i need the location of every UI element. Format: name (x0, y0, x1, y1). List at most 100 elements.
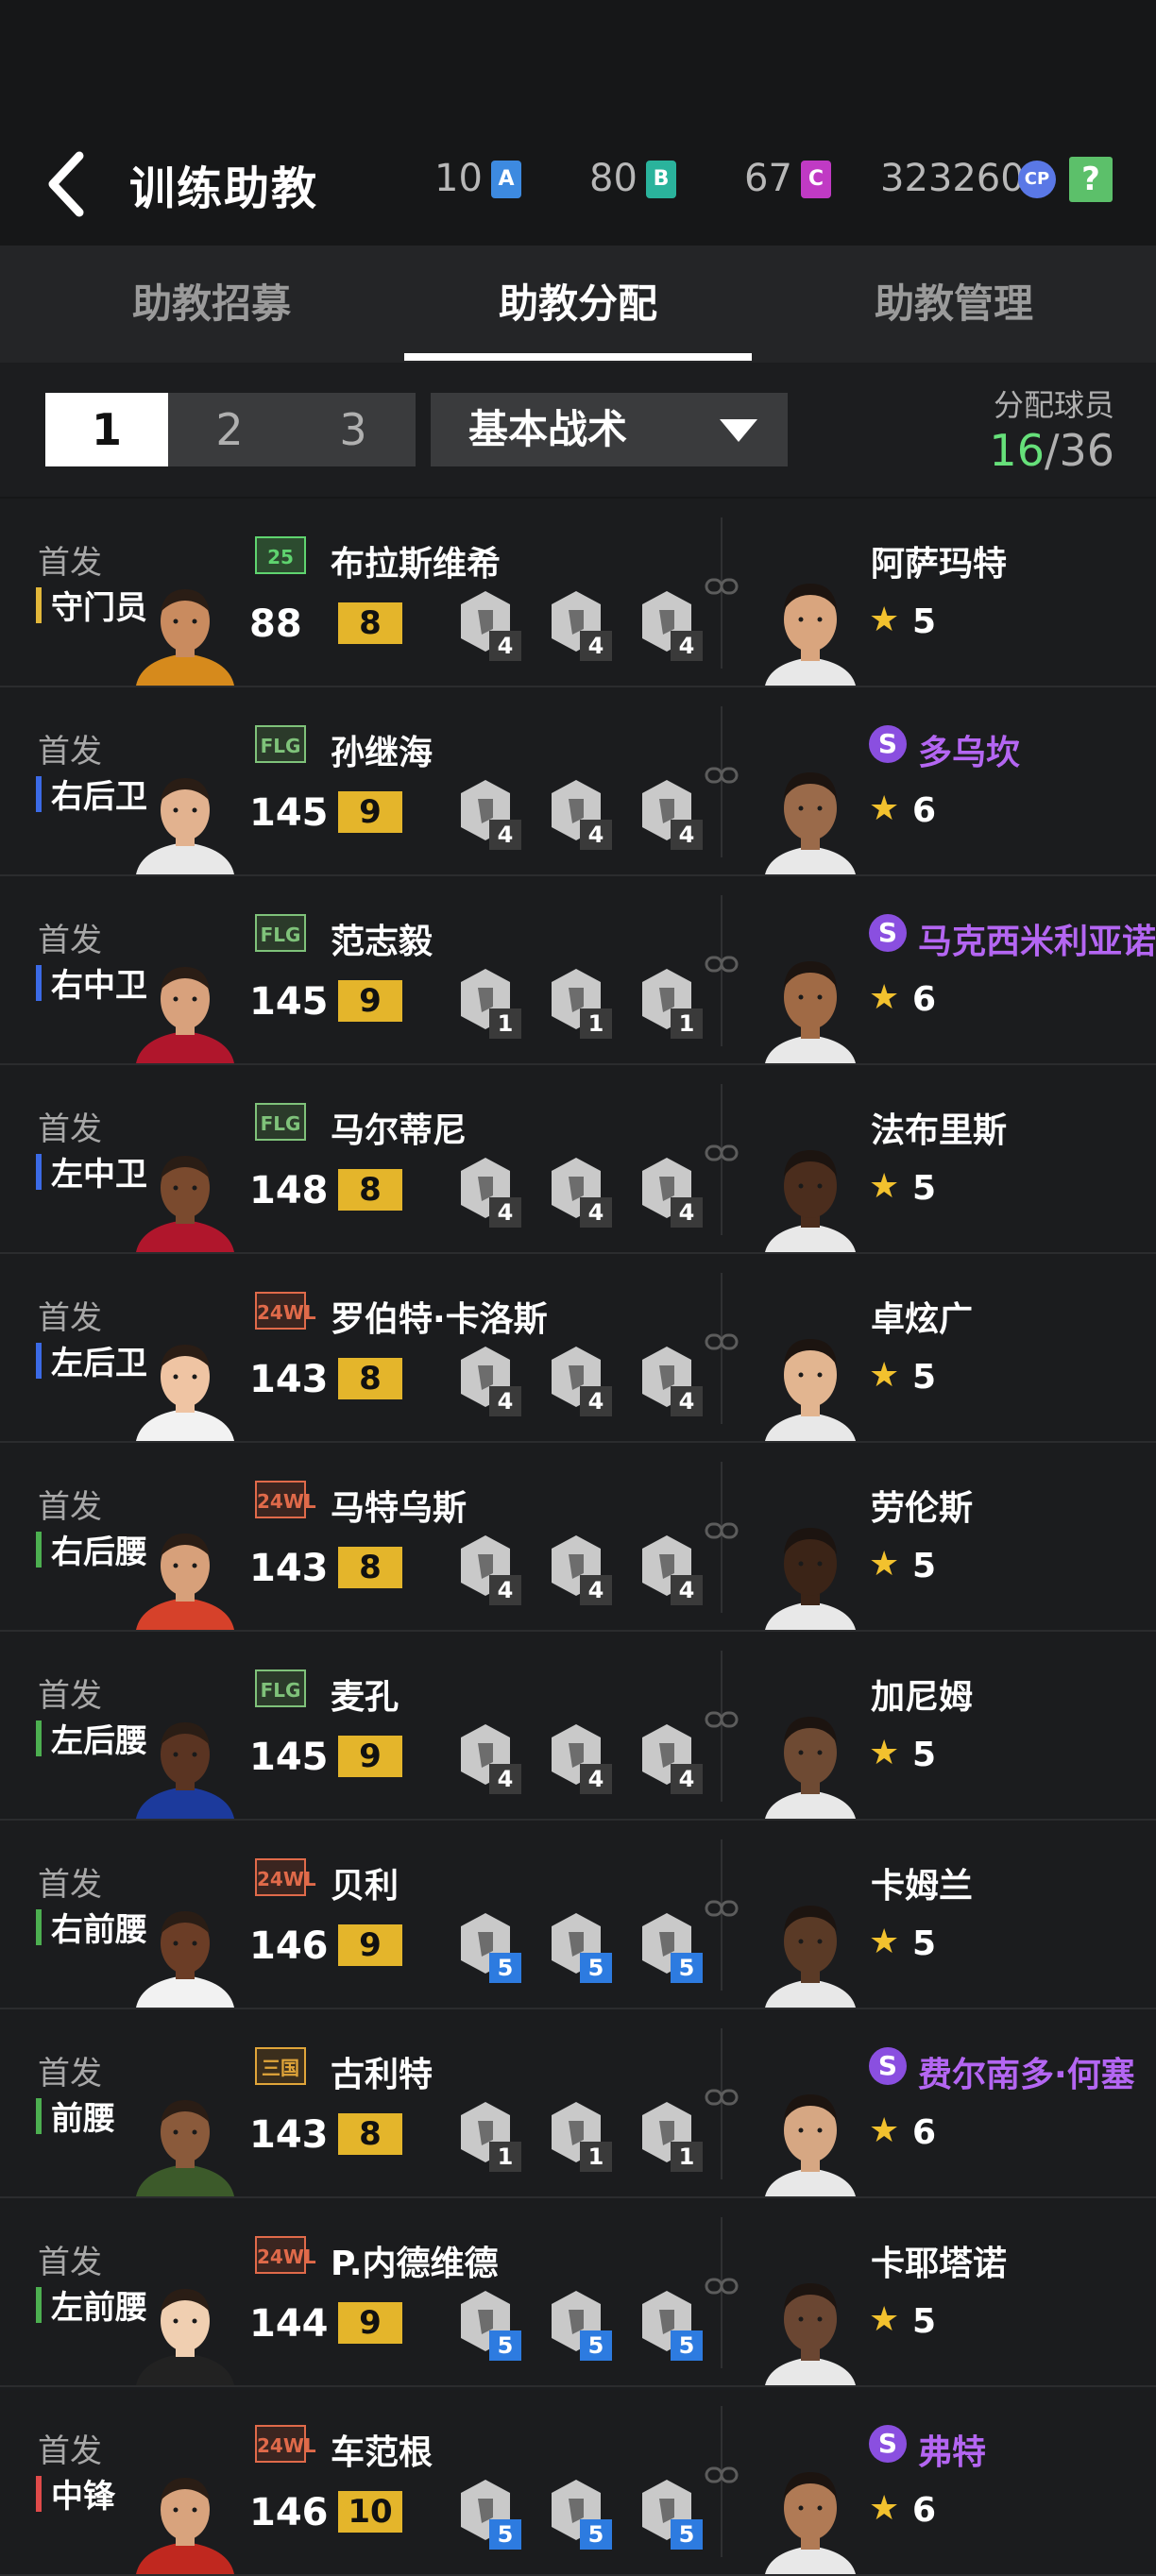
start-label: 首发 (38, 1677, 102, 1715)
player-photo (136, 1911, 234, 2008)
link-chain-icon (705, 1711, 739, 1728)
assignment-row[interactable]: 首发 守门员 25 布拉斯维希 88 8 4 4 4 阿萨玛特 ★ 5 (0, 499, 1156, 687)
page-title: 训练助教 (129, 162, 319, 215)
skill-hex-icon: 4 (552, 1535, 612, 1605)
start-label: 首发 (38, 1488, 102, 1526)
link-chain-icon (705, 1333, 739, 1350)
star-icon: ★ (869, 1923, 900, 1961)
skill-level: 4 (679, 1388, 695, 1415)
position-color-bar (36, 2287, 42, 2323)
position-label: 中锋 (51, 2478, 115, 2516)
skill-hex-icon: 1 (642, 2102, 703, 2172)
coach-photo (765, 1906, 856, 2008)
back-arrow-icon[interactable] (40, 146, 96, 222)
start-label: 首发 (38, 2055, 102, 2093)
start-label: 首发 (38, 544, 102, 582)
coach-star-count: 6 (912, 2491, 937, 2530)
skill-level: 4 (679, 822, 695, 848)
player-photo (136, 1534, 234, 1630)
segment-2[interactable]: 2 (168, 393, 291, 466)
upgrade-level: 9 (338, 980, 402, 1022)
assignment-row[interactable]: 首发 右后腰 24WL 马特乌斯 143 8 4 4 4 劳伦斯 ★ 5 (0, 1443, 1156, 1632)
skill-level: 5 (588, 1955, 604, 1981)
position-label: 前腰 (51, 2100, 115, 2138)
assignment-row[interactable]: 首发 左后卫 24WL 罗伯特·卡洛斯 143 8 4 4 4 卓炫广 ★ 5 (0, 1254, 1156, 1443)
skill-hex-icon: 1 (552, 969, 612, 1039)
coach-star-count: 5 (912, 1358, 937, 1397)
coach-photo (765, 2472, 856, 2574)
player-name: 马尔蒂尼 (331, 1111, 468, 1150)
allocation-total: /36 (1044, 425, 1114, 476)
skill-level: 1 (498, 2144, 514, 2170)
currency-c-icon: C (801, 161, 831, 198)
player-name: 古利特 (331, 2056, 434, 2094)
link-chain-icon (705, 1900, 739, 1917)
start-label: 首发 (38, 2432, 102, 2470)
coach-star-count: 5 (912, 1736, 937, 1774)
segment-1[interactable]: 1 (45, 393, 168, 466)
coach-star-count: 6 (912, 2113, 937, 2152)
skill-level: 5 (679, 2521, 695, 2548)
player-name: 贝利 (331, 1867, 400, 1906)
upgrade-level: 9 (338, 791, 402, 833)
assignment-row[interactable]: 首发 左中卫 FLG 马尔蒂尼 148 8 4 4 4 法布里斯 ★ 5 (0, 1065, 1156, 1254)
skill-hex-icon: 4 (461, 1724, 521, 1794)
skill-hex-icon: 4 (461, 1158, 521, 1228)
link-chain-icon (705, 2278, 739, 2295)
skill-level: 1 (679, 1010, 695, 1037)
currency-a-amount: 10 (434, 157, 483, 200)
player-ovr: 148 (249, 1169, 329, 1212)
coach-star-count: 5 (912, 1924, 937, 1963)
assignment-row[interactable]: 首发 右中卫 FLG 范志毅 145 9 1 1 1 S 马克西米利亚诺 ★ 6 (0, 876, 1156, 1065)
segment-3[interactable]: 3 (291, 393, 416, 466)
star-icon: ★ (869, 1356, 900, 1395)
skill-hex-icon: 4 (461, 1347, 521, 1416)
start-label: 首发 (38, 1866, 102, 1904)
skill-level: 5 (588, 2332, 604, 2359)
skill-level: 5 (498, 2521, 514, 2548)
skill-level: 4 (588, 822, 604, 848)
skill-level: 4 (679, 1766, 695, 1792)
coach-photo (765, 1150, 856, 1252)
tab-manage[interactable]: 助教管理 (752, 246, 1156, 363)
skill-hex-icon: 5 (642, 1913, 703, 1983)
player-ovr: 143 (249, 2113, 329, 2157)
skill-hex-icon: 4 (552, 1347, 612, 1416)
link-chain-icon (705, 1144, 739, 1161)
star-icon: ★ (869, 978, 900, 1017)
tab-assign[interactable]: 助教分配 (404, 246, 752, 363)
assignment-row[interactable]: 首发 中锋 24WL 车范根 146 10 5 5 5 S 弗特 ★ 6 (0, 2387, 1156, 2576)
star-icon: ★ (869, 2111, 900, 2150)
help-button[interactable]: ? (1069, 157, 1113, 202)
tactic-dropdown[interactable]: 基本战术 (431, 393, 788, 466)
skill-hex-icon: 5 (552, 1913, 612, 1983)
currency-c-amount: 67 (744, 157, 792, 200)
player-name: 布拉斯维希 (331, 545, 502, 584)
card-season-badge: FLG (255, 1103, 306, 1141)
player-ovr: 145 (249, 1736, 329, 1779)
assignment-row[interactable]: 首发 前腰 三国 古利特 143 8 1 1 1 S 费尔南多·何塞 ★ 6 (0, 2009, 1156, 2198)
currency-cp-amount: 323260 (880, 157, 1025, 200)
assignment-row[interactable]: 首发 左后腰 FLG 麦孔 145 9 4 4 4 加尼姆 ★ 5 (0, 1632, 1156, 1821)
coach-name: 阿萨玛特 (871, 545, 1008, 584)
card-season-badge: 24WL (255, 1481, 316, 1518)
assignment-row[interactable]: 首发 右前腰 24WL 贝利 146 9 5 5 5 卡姆兰 ★ 5 (0, 1821, 1156, 2009)
card-season-badge: 25 (255, 536, 306, 574)
skill-level: 5 (679, 1955, 695, 1981)
link-chain-icon (705, 2089, 739, 2106)
position-color-bar (36, 1720, 42, 1756)
player-photo (136, 1156, 234, 1252)
skill-hex-icon: 5 (642, 2480, 703, 2550)
currency-b-amount: 80 (589, 157, 638, 200)
skill-hex-icon: 5 (461, 2480, 521, 2550)
card-season-badge: 24WL (255, 1858, 316, 1896)
card-season-badge: FLG (255, 914, 306, 952)
tab-recruit[interactable]: 助教招募 (0, 246, 423, 363)
player-photo (136, 1345, 234, 1441)
link-chain-icon (705, 767, 739, 784)
player-name: 范志毅 (331, 923, 434, 961)
coach-name: 加尼姆 (871, 1678, 974, 1717)
assignment-row[interactable]: 首发 左前腰 24WL P.内德维德 144 9 5 5 5 卡耶塔诺 ★ 5 (0, 2198, 1156, 2387)
tab-bar: 助教招募 助教分配 助教管理 (0, 246, 1156, 363)
assignment-row[interactable]: 首发 右后卫 FLG 孙继海 145 9 4 4 4 S 多乌坎 ★ 6 (0, 687, 1156, 876)
